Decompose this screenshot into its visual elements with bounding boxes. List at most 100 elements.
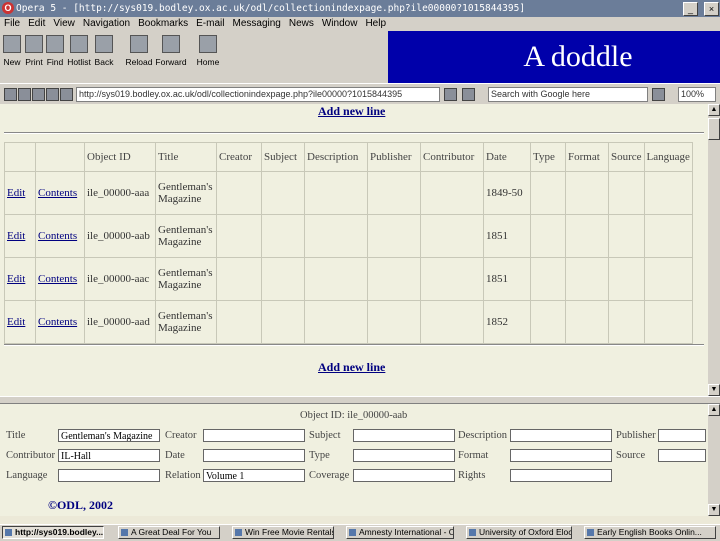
menu-help[interactable]: Help	[365, 17, 386, 31]
title-cell: Gentleman's Magazine	[155, 300, 217, 344]
task-button[interactable]: http://sys019.bodley...	[2, 526, 104, 539]
column-header	[4, 142, 36, 172]
subject-label: Subject	[309, 430, 341, 441]
relation-field[interactable]: Volume 1	[203, 469, 305, 482]
records-table: Object ID Title Creator Subject Descript…	[4, 142, 693, 344]
form-scrollbar[interactable]: ▲ ▼	[708, 404, 720, 516]
task-button[interactable]: University of Oxford Eloc...	[466, 526, 572, 539]
go-icon[interactable]	[444, 88, 457, 101]
add-new-line-link-top[interactable]: Add new line	[318, 104, 385, 119]
table-header-row: Object ID Title Creator Subject Descript…	[4, 142, 693, 172]
print-icon	[25, 35, 43, 53]
scroll-down-button[interactable]: ▼	[708, 384, 720, 396]
close-window-button[interactable]: ×	[704, 2, 719, 16]
menu-window[interactable]: Window	[322, 17, 358, 31]
language-label: Language	[6, 470, 48, 481]
back-arrow-icon	[95, 35, 113, 53]
menu-navigation[interactable]: Navigation	[83, 17, 130, 31]
minimize-button[interactable]: _	[683, 2, 698, 16]
security-icon[interactable]	[18, 88, 31, 101]
page-content: Add new line Object ID Title Creator Sub…	[0, 104, 708, 396]
coverage-field[interactable]	[353, 469, 455, 482]
source-field[interactable]	[658, 449, 706, 462]
banner-ad[interactable]: A doddle	[388, 31, 720, 83]
type-label: Type	[309, 450, 330, 461]
column-header: Language	[643, 142, 693, 172]
bookmark-icon[interactable]	[32, 88, 45, 101]
reload-icon	[130, 35, 148, 53]
task-button[interactable]: Early English Books Onlin...	[584, 526, 716, 539]
subject-field[interactable]	[353, 429, 455, 442]
menu-bar: File Edit View Navigation Bookmarks E-mail Mes…	[0, 17, 720, 31]
add-new-line-link-bottom[interactable]: Add new line	[318, 360, 385, 375]
edit-link[interactable]: Edit	[7, 316, 25, 328]
menu-messaging[interactable]: Messaging	[232, 17, 280, 31]
contributor-field[interactable]: IL-Hall	[58, 449, 160, 462]
object-id-cell: ile_00000-aad	[84, 300, 156, 344]
title-cell: Gentleman's Magazine	[155, 171, 217, 215]
new-button[interactable]: New	[0, 35, 24, 67]
language-field[interactable]	[58, 469, 160, 482]
title-field[interactable]: Gentleman's Magazine	[58, 429, 160, 442]
contents-link[interactable]: Contents	[38, 230, 77, 242]
description-field[interactable]	[510, 429, 612, 442]
edit-link[interactable]: Edit	[7, 230, 25, 242]
zoom-icon[interactable]	[652, 88, 665, 101]
task-button[interactable]: Win Free Movie Rentals!	[232, 526, 334, 539]
url-field[interactable]: http://sys019.bodley.ox.ac.uk/odl/collec…	[76, 87, 440, 102]
contents-link[interactable]: Contents	[38, 273, 77, 285]
find-icon	[46, 35, 64, 53]
object-id-cell: ile_00000-aac	[84, 257, 156, 301]
description-label: Description	[458, 430, 507, 441]
back-button[interactable]: Back	[92, 35, 116, 67]
rights-field[interactable]	[510, 469, 612, 482]
zoom-field[interactable]: 100%	[678, 87, 716, 102]
page-icon	[587, 529, 594, 536]
scroll-up-button[interactable]: ▲	[708, 104, 720, 116]
column-header	[35, 142, 85, 172]
menu-file[interactable]: File	[4, 17, 20, 31]
address-bar: http://sys019.bodley.ox.ac.uk/odl/collec…	[0, 83, 720, 105]
scroll-thumb[interactable]	[708, 118, 720, 140]
content-scrollbar[interactable]: ▲ ▼	[708, 104, 720, 396]
menu-email[interactable]: E-mail	[196, 17, 224, 31]
reload-button[interactable]: Reload	[125, 35, 153, 67]
task-button[interactable]: Amnesty International - O...	[346, 526, 454, 539]
hotlist-button[interactable]: Hotlist	[67, 35, 91, 67]
column-header: Description	[304, 142, 368, 172]
search-engine-field[interactable]: Search with Google here	[488, 87, 648, 102]
format-field[interactable]	[510, 449, 612, 462]
form-scroll-up-button[interactable]: ▲	[708, 404, 720, 416]
menu-edit[interactable]: Edit	[28, 17, 45, 31]
form-scroll-down-button[interactable]: ▼	[708, 504, 720, 516]
column-header: Subject	[261, 142, 305, 172]
date-cell: 1852	[483, 300, 531, 344]
menu-view[interactable]: View	[53, 17, 75, 31]
menu-bookmarks[interactable]: Bookmarks	[138, 17, 188, 31]
edit-link[interactable]: Edit	[7, 273, 25, 285]
home-icon	[199, 35, 217, 53]
frame-splitter[interactable]	[0, 396, 720, 404]
edit-link[interactable]: Edit	[7, 187, 25, 199]
type-field[interactable]	[353, 449, 455, 462]
task-button[interactable]: A Great Deal For You	[118, 526, 220, 539]
contents-link[interactable]: Contents	[38, 316, 77, 328]
date-cell: 1849-50	[483, 171, 531, 215]
contents-link[interactable]: Contents	[38, 187, 77, 199]
history-icon[interactable]	[46, 88, 59, 101]
forward-arrow-icon	[162, 35, 180, 53]
find-button[interactable]: Find	[43, 35, 67, 67]
publisher-field[interactable]	[658, 429, 706, 442]
home-button[interactable]: Home	[196, 35, 220, 67]
object-id-cell: ile_00000-aab	[84, 214, 156, 258]
date-field[interactable]	[203, 449, 305, 462]
toolbar: New Print Find Hotlist Back Reload Forwa…	[0, 31, 388, 83]
column-header: Date	[483, 142, 531, 172]
creator-field[interactable]	[203, 429, 305, 442]
search-icon[interactable]	[462, 88, 475, 101]
menu-news[interactable]: News	[289, 17, 314, 31]
page-icon[interactable]	[4, 88, 17, 101]
address-dropdown-icon[interactable]	[60, 88, 73, 101]
forward-button[interactable]: Forward	[154, 35, 188, 67]
divider-bottom	[4, 344, 704, 346]
